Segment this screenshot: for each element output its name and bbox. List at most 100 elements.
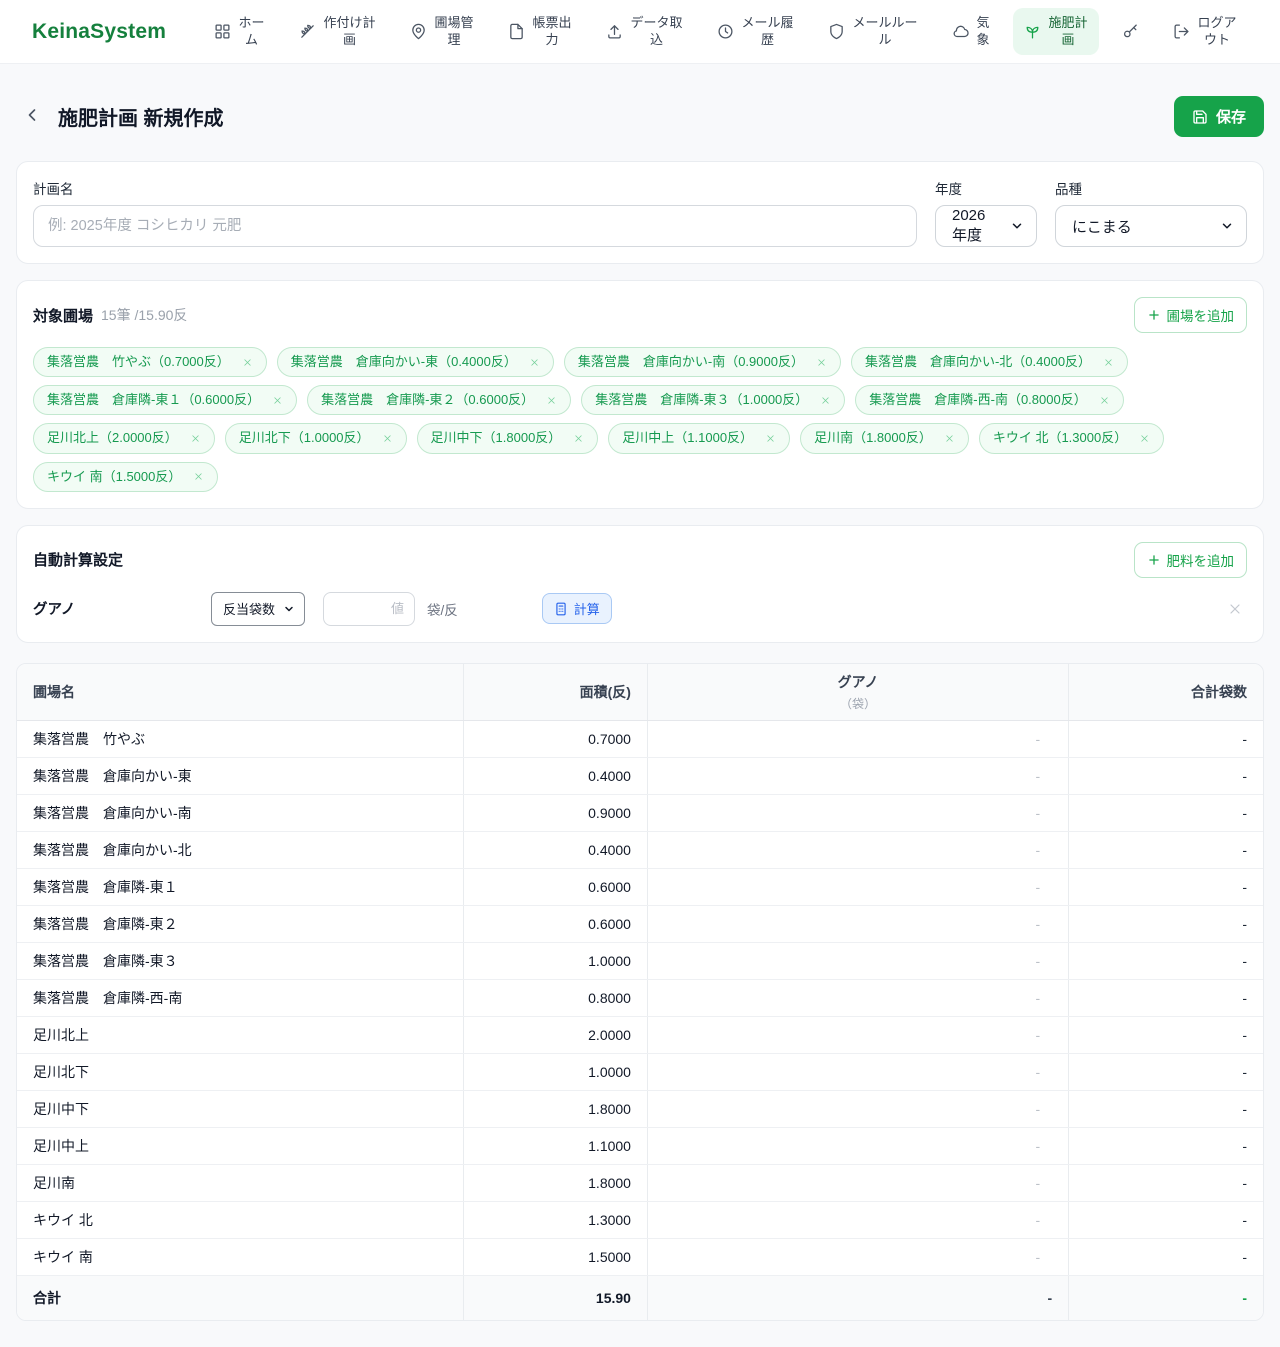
nav-item-fertilization-plan[interactable]: 施肥計画 bbox=[1013, 7, 1099, 56]
variety-select[interactable]: にこまる bbox=[1055, 205, 1247, 247]
calc-mode-value: 反当袋数 bbox=[223, 602, 276, 618]
cell-field-name: 足川北下 bbox=[17, 1053, 464, 1092]
cell-area: 0.4000 bbox=[462, 757, 648, 796]
shield-icon bbox=[828, 23, 845, 40]
auto-calc-title: 自動計算設定 bbox=[33, 552, 124, 570]
close-icon bbox=[944, 433, 955, 444]
plus-icon bbox=[1147, 308, 1161, 322]
remove-tag-button[interactable] bbox=[193, 471, 204, 482]
cell-fertilizer: - bbox=[646, 1053, 1069, 1092]
nav-item-mail-history[interactable]: メール履歴 bbox=[706, 8, 805, 56]
nav-item-logout[interactable]: ログアウト bbox=[1162, 8, 1248, 56]
field-tag-label: 集落営農 倉庫隣-西-南（0.8000反） bbox=[869, 392, 1087, 408]
save-button-label: 保存 bbox=[1215, 109, 1246, 126]
cell-fertilizer: - bbox=[646, 1016, 1069, 1055]
back-button[interactable] bbox=[16, 101, 48, 132]
target-fields-summary: 15筆 /15.90反 bbox=[101, 307, 188, 323]
column-header-area: 面積(反) bbox=[462, 663, 648, 722]
year-select[interactable]: 2026年度 bbox=[935, 205, 1037, 247]
close-icon bbox=[816, 357, 827, 368]
cell-field-name: 集落営農 倉庫向かい-南 bbox=[17, 794, 464, 833]
table-row: 足川北下 1.0000- - bbox=[17, 1053, 1263, 1092]
table-row: 足川北上 2.0000- - bbox=[17, 1016, 1263, 1055]
remove-tag-button[interactable] bbox=[190, 433, 201, 444]
cell-total: - bbox=[1068, 794, 1263, 833]
table-row: 集落営農 倉庫隣-西-南 0.8000- - bbox=[17, 979, 1263, 1018]
remove-tag-button[interactable] bbox=[529, 357, 540, 368]
column-header-fertilizer: グアノ （袋） bbox=[646, 663, 1069, 722]
plan-name-input[interactable] bbox=[33, 205, 917, 247]
remove-tag-button[interactable] bbox=[820, 395, 831, 406]
remove-tag-button[interactable] bbox=[573, 433, 584, 444]
nav-item-key[interactable] bbox=[1111, 16, 1150, 47]
field-tag: 集落営農 倉庫向かい-東（0.4000反） bbox=[276, 347, 554, 378]
table-row: 集落営農 倉庫向かい-北 0.4000- - bbox=[17, 831, 1263, 870]
close-icon bbox=[242, 357, 253, 368]
close-icon bbox=[765, 433, 776, 444]
cell-fertilizer: - bbox=[646, 905, 1069, 944]
nav-item-label: データ取込 bbox=[630, 14, 683, 47]
table-row: 集落営農 倉庫隣-東３ 1.0000- - bbox=[17, 942, 1263, 981]
nav-item-cropping-plan[interactable]: 作付け計画 bbox=[288, 8, 387, 56]
cell-field-name: 集落営農 倉庫向かい-北 bbox=[17, 831, 464, 870]
field-tag-label: キウイ 北（1.3000反） bbox=[992, 430, 1128, 446]
cell-area: 0.7000 bbox=[462, 720, 648, 759]
nav-item-field-management[interactable]: 圃場管理 bbox=[399, 8, 485, 56]
field-tag: 集落営農 倉庫向かい-北（0.4000反） bbox=[850, 347, 1129, 378]
calculate-button-label: 計算 bbox=[573, 602, 600, 618]
remove-tag-button[interactable] bbox=[272, 395, 283, 406]
field-tag: 足川南（1.8000反） bbox=[800, 423, 969, 454]
cell-field-name: 集落営農 倉庫隣-東２ bbox=[17, 905, 464, 944]
cell-fertilizer: - bbox=[646, 757, 1069, 796]
cell-field-name: 集落営農 倉庫向かい-東 bbox=[17, 757, 464, 796]
cell-fertilizer: - bbox=[646, 979, 1069, 1018]
footer-area-total: 15.90 bbox=[462, 1275, 648, 1320]
save-button[interactable]: 保存 bbox=[1173, 96, 1264, 137]
fertilizer-name: グアノ bbox=[33, 602, 76, 619]
close-icon bbox=[1139, 433, 1150, 444]
close-icon bbox=[190, 433, 201, 444]
remove-tag-button[interactable] bbox=[382, 433, 393, 444]
cell-fertilizer: - bbox=[646, 1238, 1069, 1277]
remove-tag-button[interactable] bbox=[1103, 357, 1114, 368]
cell-fertilizer: - bbox=[646, 942, 1069, 981]
remove-tag-button[interactable] bbox=[242, 357, 253, 368]
field-tag: 集落営農 倉庫隣-西-南（0.8000反） bbox=[855, 385, 1124, 416]
nav-item-report-output[interactable]: 帳票出力 bbox=[497, 8, 583, 56]
calc-mode-select[interactable]: 反当袋数 bbox=[211, 591, 306, 626]
cell-total: - bbox=[1068, 868, 1263, 907]
cell-field-name: 足川北上 bbox=[17, 1016, 464, 1055]
chevron-down-icon bbox=[1010, 219, 1024, 233]
field-tag-label: 集落営農 倉庫向かい-東（0.4000反） bbox=[290, 354, 517, 369]
logout-icon bbox=[1173, 23, 1190, 40]
nav-item-home[interactable]: ホーム bbox=[203, 8, 276, 56]
table-row: 集落営農 倉庫隣-東２ 0.6000- - bbox=[17, 905, 1263, 944]
remove-tag-button[interactable] bbox=[816, 357, 827, 368]
remove-tag-button[interactable] bbox=[765, 433, 776, 444]
field-tag: 足川北下（1.0000反） bbox=[224, 423, 407, 454]
nav-item-weather[interactable]: 気象 bbox=[941, 8, 1001, 56]
cell-field-name: キウイ 北 bbox=[17, 1201, 464, 1240]
remove-tag-button[interactable] bbox=[1099, 395, 1110, 406]
cell-total: - bbox=[1068, 1127, 1263, 1166]
close-icon bbox=[382, 433, 393, 444]
close-icon bbox=[820, 395, 831, 406]
nav-item-mail-rules[interactable]: メールルール bbox=[817, 8, 929, 56]
nav-items: ホーム 作付け計画 圃場管理 帳票出力 データ取込 メール履歴 メールルール 気象 施肥計画 ログ… bbox=[203, 7, 1248, 56]
cell-area: 0.6000 bbox=[462, 868, 648, 907]
cell-fertilizer: - bbox=[646, 831, 1069, 870]
close-icon bbox=[193, 471, 204, 482]
remove-tag-button[interactable] bbox=[546, 395, 557, 406]
nav-item-data-import[interactable]: データ取込 bbox=[595, 8, 694, 56]
nav-item-label: 帳票出力 bbox=[532, 14, 572, 47]
remove-tag-button[interactable] bbox=[944, 433, 955, 444]
add-fertilizer-button[interactable]: 肥料を追加 bbox=[1133, 541, 1247, 578]
field-tag: 足川中下（1.8000反） bbox=[416, 423, 599, 454]
remove-tag-button[interactable] bbox=[1139, 433, 1150, 444]
cell-total: - bbox=[1068, 720, 1263, 759]
remove-fertilizer-button[interactable] bbox=[1223, 597, 1247, 621]
calculate-button[interactable]: 計算 bbox=[541, 593, 612, 625]
calc-value-input[interactable] bbox=[323, 591, 416, 626]
fields-table: 圃場名 面積(反) グアノ （袋） 合計袋数 集落営農 竹やぶ 0.7000- - 集… bbox=[17, 663, 1263, 1320]
add-field-button[interactable]: 圃場を追加 bbox=[1133, 297, 1247, 333]
